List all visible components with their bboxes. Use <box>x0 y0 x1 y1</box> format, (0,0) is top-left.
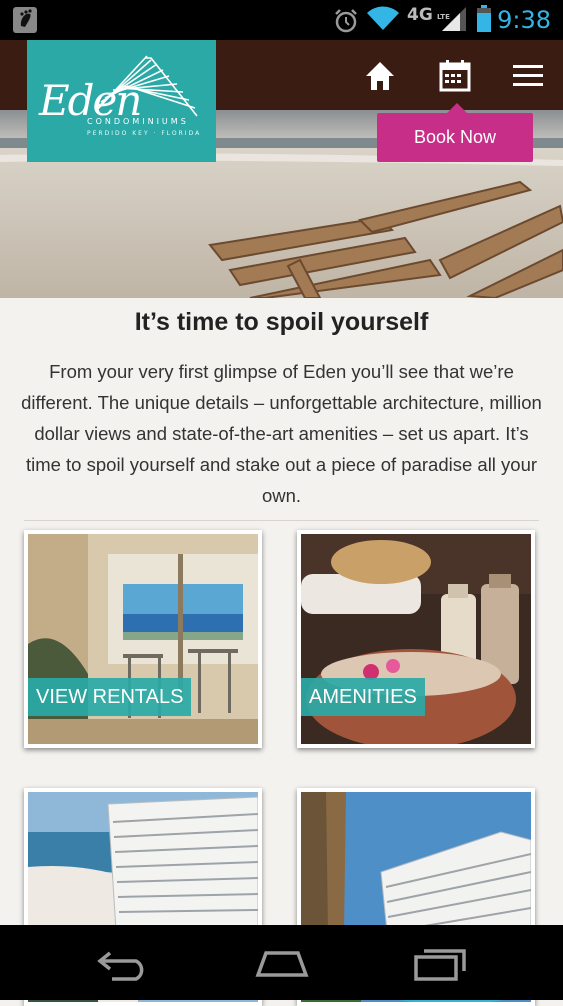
page-title: It’s time to spoil yourself <box>134 308 429 336</box>
main-content: It’s time to spoil yourself From your ve… <box>0 298 563 1006</box>
logo-tagline: PERDIDO KEY · FLORIDA <box>87 130 202 137</box>
amenities-label[interactable]: AMENITIES <box>301 678 425 716</box>
amenities-tile[interactable]: AMENITIES <box>297 530 535 748</box>
network-type: 4G LTE <box>407 5 450 25</box>
book-now-button[interactable]: Book Now <box>377 103 533 162</box>
menu-button[interactable] <box>508 56 548 96</box>
notification-icon <box>12 6 38 38</box>
calendar-icon <box>439 60 471 92</box>
divider <box>24 520 539 521</box>
home-button[interactable] <box>360 56 400 96</box>
intro-paragraph: From your very first glimpse of Eden you… <box>21 361 542 506</box>
battery-icon <box>476 5 492 37</box>
wifi-icon <box>366 6 400 36</box>
back-icon[interactable] <box>96 945 154 985</box>
status-bar: 4G LTE 9:38 <box>0 0 563 40</box>
android-nav-bar <box>0 925 563 1000</box>
logo-subtitle: CONDOMINIUMS <box>87 117 189 126</box>
home-icon <box>366 62 394 90</box>
view-rentals-tile[interactable]: VIEW RENTALS <box>24 530 262 748</box>
view-rentals-label[interactable]: VIEW RENTALS <box>28 678 192 716</box>
signal-icon <box>440 6 468 36</box>
menu-icon <box>513 65 543 86</box>
recent-apps-icon[interactable] <box>410 945 470 985</box>
alarm-icon <box>333 8 359 38</box>
calendar-button[interactable] <box>435 56 475 96</box>
clock: 9:38 <box>497 6 551 34</box>
home-nav-icon[interactable] <box>252 945 312 985</box>
eden-logo[interactable]: Eden CONDOMINIUMS PERDIDO KEY · FLORIDA <box>27 40 216 162</box>
